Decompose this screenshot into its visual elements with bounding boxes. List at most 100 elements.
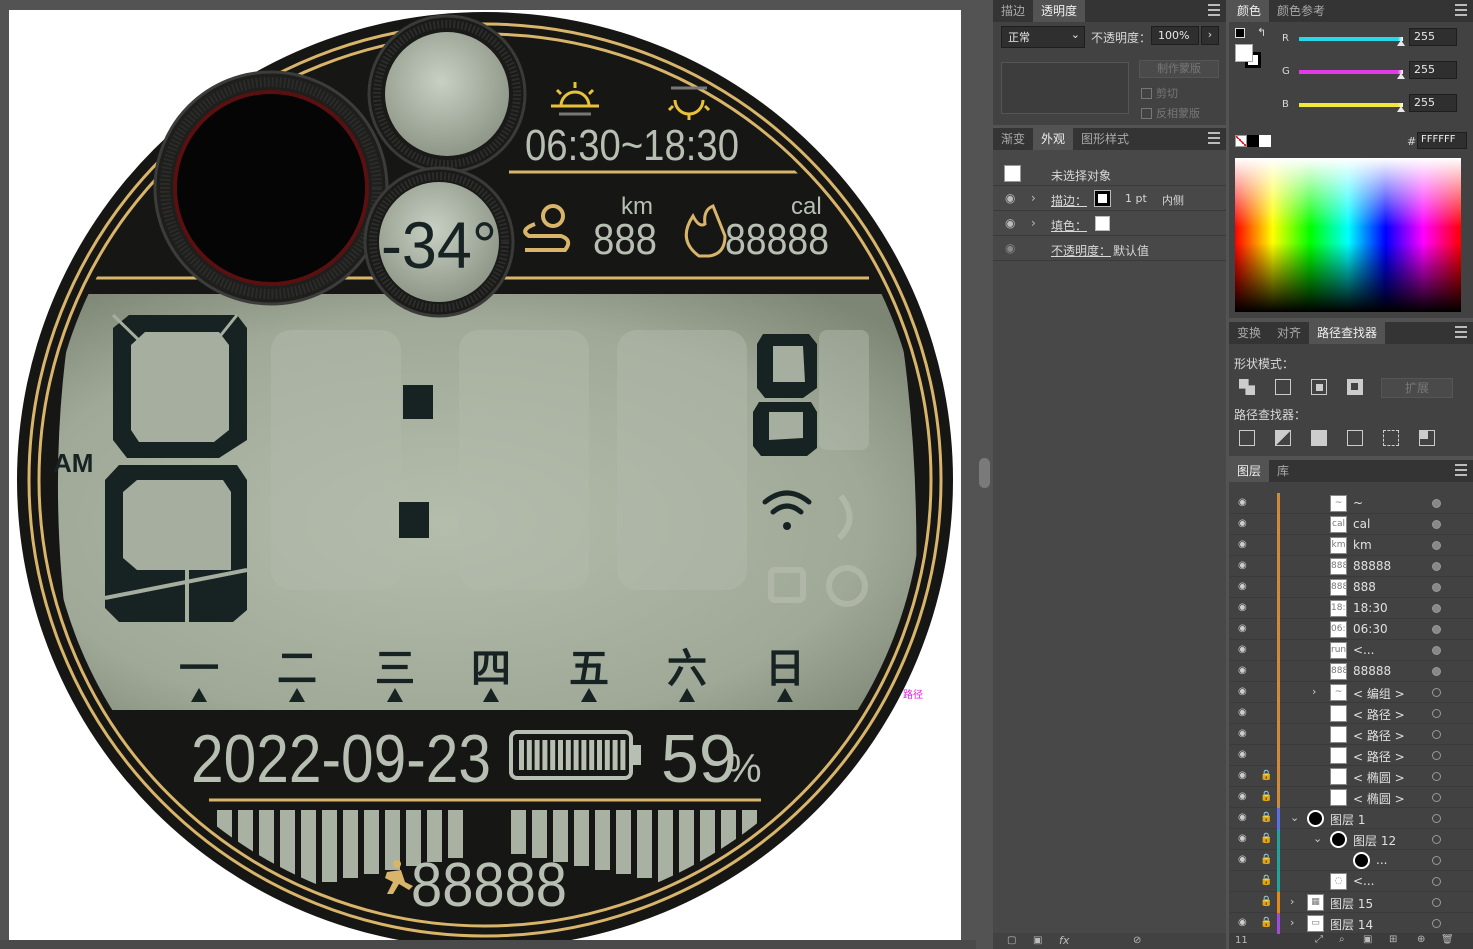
- tab-appearance[interactable]: 外观: [1033, 128, 1074, 150]
- eye-icon[interactable]: ◉: [1238, 812, 1251, 825]
- panel-menu-icon[interactable]: [1208, 132, 1220, 144]
- tab-pathfinder[interactable]: 路径查找器: [1309, 322, 1386, 344]
- target-icon[interactable]: [1432, 730, 1441, 739]
- layer-name[interactable]: <...: [1353, 643, 1375, 657]
- intersect-icon[interactable]: [1311, 379, 1327, 395]
- chevron-down-icon[interactable]: ⌄: [1290, 811, 1299, 824]
- exclude-icon[interactable]: [1347, 379, 1363, 395]
- layer-name[interactable]: 图层 12: [1353, 832, 1396, 849]
- layer-name[interactable]: 88888: [1353, 559, 1391, 573]
- layer-name[interactable]: < 路径 >: [1353, 727, 1405, 744]
- eye-icon[interactable]: ◉: [1238, 854, 1251, 867]
- lock-icon[interactable]: 🔒: [1260, 917, 1272, 929]
- stroke-row[interactable]: ◉ › 描边： 1 pt 内侧: [993, 187, 1226, 211]
- eye-icon[interactable]: ◉: [1005, 241, 1015, 255]
- layer-name[interactable]: 888: [1353, 580, 1376, 594]
- new-layer-icon[interactable]: ⊕: [1417, 934, 1425, 945]
- minus-back-icon[interactable]: [1419, 430, 1435, 446]
- crop-icon[interactable]: [1347, 430, 1363, 446]
- layer-row[interactable]: ◉ 🔒 < 椭圆 >: [1230, 766, 1473, 787]
- target-icon[interactable]: [1432, 856, 1441, 865]
- stroke-label[interactable]: 描边：: [1051, 192, 1087, 209]
- target-icon[interactable]: [1432, 751, 1441, 760]
- target-icon[interactable]: [1432, 667, 1441, 676]
- eye-icon[interactable]: ◉: [1238, 497, 1251, 510]
- black-swatch[interactable]: [1247, 135, 1259, 147]
- opacity-row-label[interactable]: 不透明度：: [1051, 242, 1111, 259]
- canvas-area[interactable]: AM 一二三四五六 日 2022-09-23 59 % 88888 06:30~…: [0, 0, 993, 949]
- duplicate-item-icon[interactable]: ▣: [1033, 935, 1042, 946]
- fill-color-swatch[interactable]: [1235, 44, 1253, 62]
- layer-row[interactable]: ◉888888888: [1230, 556, 1473, 577]
- tab-libraries[interactable]: 库: [1269, 460, 1297, 482]
- target-icon[interactable]: [1432, 562, 1441, 571]
- layer-row[interactable]: ◉888888888: [1230, 661, 1473, 682]
- tab-transparency[interactable]: 透明度: [1033, 0, 1086, 22]
- eye-icon[interactable]: ◉: [1238, 518, 1251, 531]
- color-spectrum[interactable]: [1235, 158, 1461, 312]
- layer-row[interactable]: ◉ ~ ~: [1230, 493, 1473, 514]
- layer-name[interactable]: 图层 1: [1330, 811, 1365, 828]
- none-swatch[interactable]: [1235, 135, 1247, 147]
- layer-row[interactable]: ◉ 888 888: [1230, 577, 1473, 598]
- chevron-down-icon[interactable]: ⌄: [1313, 832, 1322, 845]
- eye-icon[interactable]: [1238, 875, 1251, 888]
- target-icon[interactable]: [1432, 814, 1441, 823]
- panel-menu-icon[interactable]: [1455, 4, 1467, 16]
- lock-icon[interactable]: 🔒: [1260, 791, 1272, 803]
- layer-row[interactable]: ◉ 🔒 ⌄ 图层 12: [1230, 829, 1473, 850]
- layer-name[interactable]: 图层 14: [1330, 916, 1373, 933]
- new-sublayer-icon[interactable]: ⊞: [1389, 934, 1397, 945]
- target-icon[interactable]: [1432, 835, 1441, 844]
- opacity-stepper[interactable]: ›: [1201, 26, 1219, 45]
- layer-name[interactable]: < 编组 >: [1353, 685, 1405, 702]
- layer-name[interactable]: cal: [1353, 517, 1370, 531]
- lock-icon[interactable]: 🔒: [1260, 833, 1272, 845]
- panel-menu-icon[interactable]: [1455, 326, 1467, 338]
- layer-row[interactable]: ◉ 🔒 ⌄ 图层 1: [1230, 808, 1473, 829]
- minus-front-icon[interactable]: [1275, 379, 1291, 395]
- layer-name[interactable]: < 椭圆 >: [1353, 769, 1405, 786]
- target-icon[interactable]: [1432, 604, 1441, 613]
- layer-row[interactable]: ◉ 18:30 18:30: [1230, 598, 1473, 619]
- tab-color[interactable]: 颜色: [1229, 0, 1270, 22]
- target-icon[interactable]: [1432, 772, 1441, 781]
- eye-icon[interactable]: ◉: [1238, 686, 1251, 699]
- lock-icon[interactable]: 🔒: [1260, 854, 1272, 866]
- make-clip-mask-icon[interactable]: ▣: [1363, 934, 1372, 945]
- eye-icon[interactable]: ◉: [1238, 707, 1251, 720]
- layer-row[interactable]: ◉ < 路径 >: [1230, 724, 1473, 745]
- channel-g-input[interactable]: 255: [1409, 61, 1457, 79]
- layer-row[interactable]: ◉ run <...: [1230, 640, 1473, 661]
- clip-checkbox[interactable]: 剪切: [1141, 85, 1178, 101]
- layer-row[interactable]: ◉ 🔒 < 椭圆 >: [1230, 787, 1473, 808]
- eye-icon[interactable]: ◉: [1238, 665, 1251, 678]
- eye-icon[interactable]: ◉: [1238, 749, 1251, 762]
- layer-row[interactable]: ◉ < 路径 >: [1230, 703, 1473, 724]
- target-icon[interactable]: [1432, 625, 1441, 634]
- eye-icon[interactable]: ◉: [1238, 728, 1251, 741]
- target-icon[interactable]: [1432, 688, 1441, 697]
- layer-row[interactable]: ◉ km km: [1230, 535, 1473, 556]
- chevron-right-icon[interactable]: ›: [1290, 895, 1294, 908]
- canvas-vertical-scrollbar[interactable]: [976, 0, 993, 949]
- chevron-right-icon[interactable]: ›: [1031, 216, 1036, 230]
- tab-stroke[interactable]: 描边: [993, 0, 1033, 22]
- layer-name[interactable]: 图层 15: [1330, 895, 1373, 912]
- layer-row[interactable]: 🔒 ◌ <...: [1230, 871, 1473, 892]
- lock-icon[interactable]: 🔒: [1260, 812, 1272, 824]
- eye-icon[interactable]: ◉: [1238, 770, 1251, 783]
- artboard[interactable]: AM 一二三四五六 日 2022-09-23 59 % 88888 06:30~…: [9, 10, 961, 940]
- target-icon[interactable]: [1432, 583, 1441, 592]
- layer-name[interactable]: ~: [1353, 496, 1363, 510]
- eye-icon[interactable]: ◉: [1238, 539, 1251, 552]
- eye-icon[interactable]: ◉: [1238, 581, 1251, 594]
- layer-row[interactable]: 🔒 › ▦ 图层 15: [1230, 892, 1473, 913]
- channel-g-knob[interactable]: [1397, 73, 1405, 79]
- blend-mode-select[interactable]: 正常 ⌄: [1001, 26, 1085, 48]
- layer-row[interactable]: ◉ 🔒...: [1230, 850, 1473, 871]
- canvas-horizontal-scrollbar[interactable]: [0, 940, 976, 949]
- fill-swatch[interactable]: [1095, 216, 1110, 231]
- expand-button[interactable]: 扩展: [1381, 378, 1453, 398]
- opacity-row[interactable]: ◉ 不透明度： 默认值: [993, 237, 1226, 261]
